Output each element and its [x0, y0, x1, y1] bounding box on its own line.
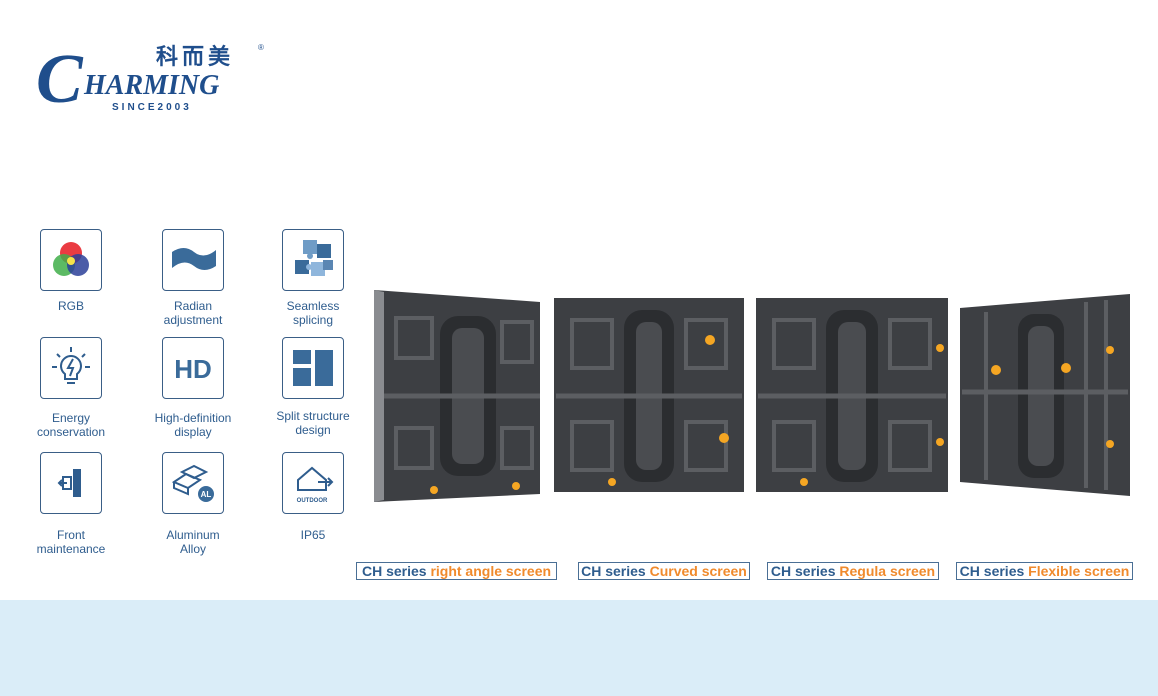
feature-label: Seamless splicing [286, 299, 340, 327]
feature-seamless: Seamless splicing [258, 229, 368, 327]
feature-energy: Energy conservation [16, 337, 126, 439]
svg-text:AL: AL [201, 490, 212, 499]
aluminum-ingot-icon: AL [162, 452, 224, 514]
rgb-circles-icon [40, 229, 102, 291]
caption-name: Regula screen [839, 563, 936, 579]
feature-label: Energy conservation [36, 411, 106, 439]
logo-initial: C [38, 41, 84, 114]
split-windows-icon [282, 337, 344, 399]
caption-curved: CH series Curved screen [578, 562, 750, 580]
panel-regular [756, 298, 948, 492]
outdoor-label: OUTDOOR [297, 498, 328, 504]
logo-chinese: 科而美 [156, 44, 234, 70]
panel-right-angle [374, 290, 540, 502]
feature-hd: HD High-definition display [138, 337, 248, 439]
caption-name: right angle screen [430, 563, 552, 579]
feature-ip65: OUTDOOR IP65 [258, 452, 368, 542]
lightbulb-icon [40, 337, 102, 399]
caption-regular: CH series Regula screen [767, 562, 939, 580]
caption-prefix: CH series [770, 563, 836, 579]
outdoor-house-icon: OUTDOOR [282, 452, 344, 514]
bottom-band [0, 600, 1158, 696]
feature-label: Front maintenance [36, 528, 106, 556]
caption-flexible: CH series Flexible screen [956, 562, 1133, 580]
feature-split: Split structure design [258, 337, 368, 437]
charming-logo: 科而美 ® C HARMING SINCE2003 [38, 41, 264, 114]
logo-registered: ® [258, 43, 264, 52]
hd-icon: HD [162, 337, 224, 399]
feature-label: IP65 [300, 528, 326, 542]
feature-front-maintenance: Front maintenance [16, 452, 126, 556]
logo-since: SINCE2003 [112, 102, 192, 113]
feature-label: Radian adjustment [163, 299, 223, 327]
feature-radian: Radian adjustment [138, 229, 248, 327]
front-maintenance-icon [40, 452, 102, 514]
puzzle-icon [282, 229, 344, 291]
svg-text:HD: HD [174, 354, 212, 384]
caption-prefix: CH series [361, 563, 427, 579]
caption-name: Flexible screen [1028, 563, 1130, 579]
feature-label: High-definition display [154, 411, 232, 439]
panel-curved [554, 298, 744, 492]
caption-prefix: CH series [581, 563, 646, 579]
logo-name: HARMING [83, 70, 219, 101]
feature-aluminum: AL Aluminum Alloy [138, 452, 248, 556]
caption-prefix: CH series [959, 563, 1025, 579]
feature-label: Split structure design [276, 409, 350, 437]
caption-name: Curved screen [649, 563, 747, 579]
feature-label: RGB [57, 299, 84, 313]
caption-right-angle: CH series right angle screen [356, 562, 557, 580]
feature-rgb: RGB [16, 229, 126, 313]
feature-label: Aluminum Alloy [166, 528, 220, 556]
panel-flexible [960, 294, 1130, 496]
wave-icon [162, 229, 224, 291]
